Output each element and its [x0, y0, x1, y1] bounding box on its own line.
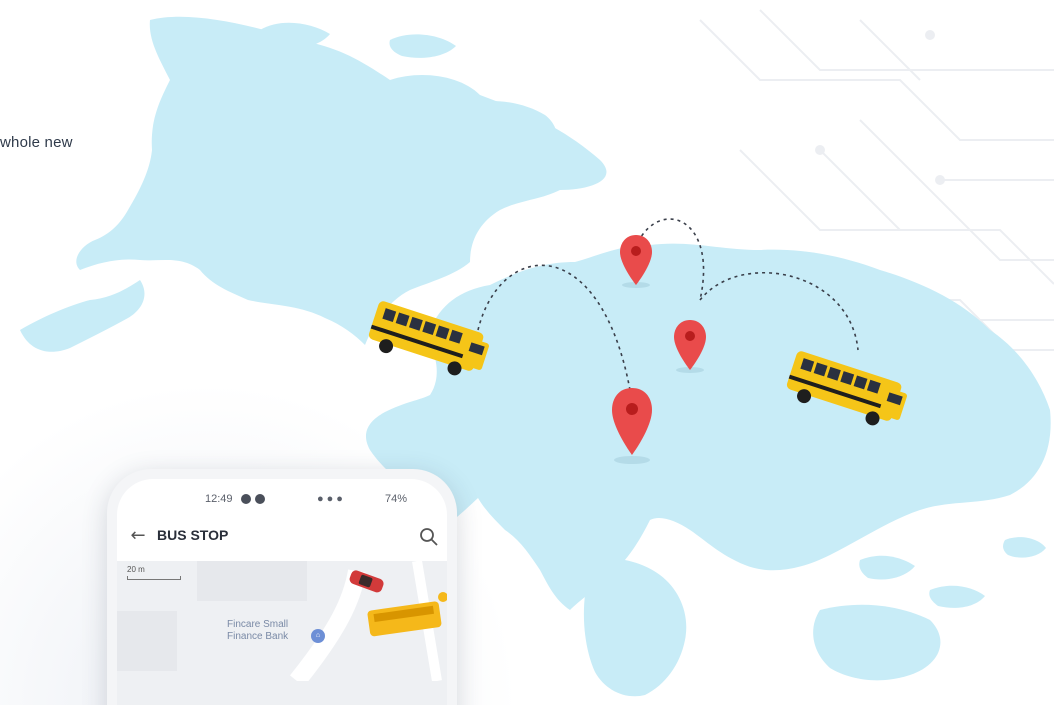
map-view[interactable]: 20 m Fincare Small Finance Bank ⌂ — [117, 561, 447, 705]
status-bar: 12:49 ●●● 74% — [117, 489, 447, 511]
africa — [583, 558, 687, 697]
bank-icon[interactable]: ⌂ — [311, 629, 325, 643]
australia — [813, 604, 941, 681]
map-scale-bar — [127, 576, 181, 580]
system-icons: ●●● — [317, 493, 346, 505]
back-arrow-icon[interactable]: ← — [127, 525, 149, 547]
page-title: BUS STOP — [157, 527, 229, 543]
notification-icon — [241, 494, 251, 504]
poi-label[interactable]: Fincare Small Finance Bank — [227, 619, 307, 643]
hero-section: whole new 12:49 ●●● 74% ← BUS STOP 20 m … — [0, 0, 1054, 705]
phone-mockup: 12:49 ●●● 74% ← BUS STOP 20 m Fincare Sm… — [107, 469, 457, 705]
status-time: 12:49 — [205, 493, 233, 505]
eurasia — [365, 243, 1051, 610]
notification-icon — [255, 494, 265, 504]
app-bar: ← BUS STOP — [117, 517, 447, 557]
phone-screen: 12:49 ●●● 74% ← BUS STOP 20 m Fincare Sm… — [117, 479, 447, 705]
search-icon[interactable] — [417, 525, 441, 549]
battery-level: 74% — [385, 493, 408, 505]
map-scale-label: 20 m — [127, 565, 145, 574]
